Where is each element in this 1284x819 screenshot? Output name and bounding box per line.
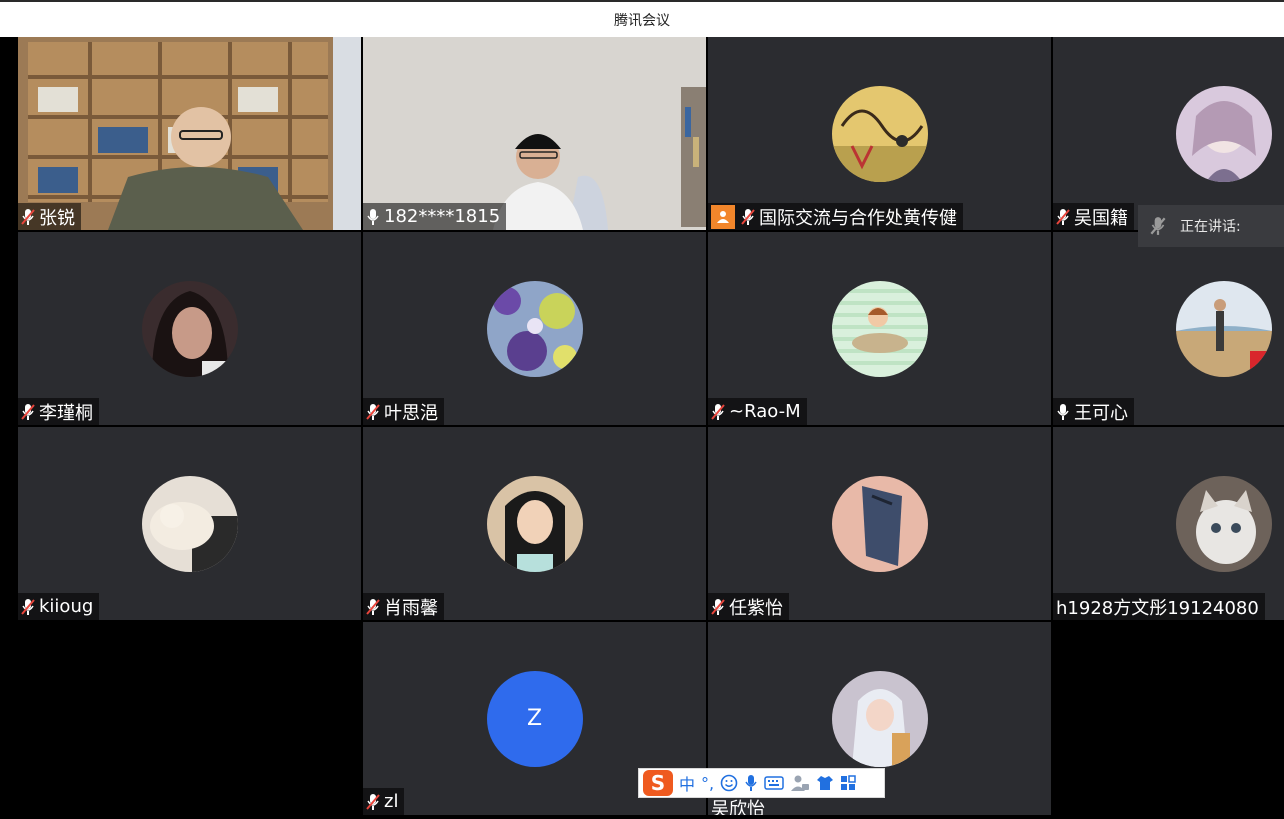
participant-avatar — [1176, 475, 1272, 572]
participant-tile[interactable]: 182****1815 — [363, 37, 706, 230]
mic-muted-icon — [21, 403, 35, 420]
mic-muted-icon — [21, 208, 35, 225]
participant-avatar — [831, 280, 928, 377]
participant-tile[interactable]: 国际交流与合作处黄传健 — [708, 37, 1051, 230]
mic-muted-icon — [366, 793, 380, 810]
participant-name: 任紫怡 — [729, 597, 783, 619]
nameplate: 吴国籍 — [1053, 203, 1134, 230]
camera-feed — [363, 37, 706, 230]
nameplate: 王可心 — [1053, 398, 1134, 425]
nameplate: 国际交流与合作处黄传健 — [708, 203, 963, 230]
participant-name: 王可心 — [1074, 402, 1128, 424]
participant-name: 吴国籍 — [1074, 207, 1128, 229]
skin-icon[interactable] — [816, 775, 834, 791]
participant-name: 肖雨馨 — [384, 597, 438, 619]
keyboard-icon[interactable] — [764, 776, 784, 790]
mic-muted-icon — [366, 598, 380, 615]
participant-tile[interactable]: 吴国籍 — [1053, 37, 1284, 230]
punctuation-toggle[interactable]: °, — [701, 774, 714, 793]
participant-avatar — [486, 475, 583, 572]
participant-name: zl — [384, 791, 399, 812]
nameplate: 叶思浥 — [363, 398, 444, 425]
participant-tile[interactable]: 李瑾桐 — [18, 232, 361, 425]
participant-name: 182****1815 — [384, 206, 501, 227]
nameplate: 李瑾桐 — [18, 398, 99, 425]
video-grid: 张锐 182****1815 国际交流与合作处黄传健 吴国籍 李瑾桐 叶思浥 ~… — [18, 37, 1284, 815]
participant-tile[interactable]: 王可心 — [1053, 232, 1284, 425]
empty-tile — [18, 622, 361, 815]
participant-avatar — [1176, 280, 1272, 377]
participant-name: 李瑾桐 — [39, 402, 93, 424]
mic-muted-icon — [1150, 217, 1166, 235]
participant-avatar — [141, 475, 238, 572]
host-icon — [711, 204, 735, 229]
nameplate: 张锐 — [18, 203, 81, 230]
participant-name: 张锐 — [39, 207, 75, 229]
nameplate: kiioug — [18, 593, 100, 620]
ime-toolbar[interactable]: S 中 °, — [638, 768, 885, 798]
nameplate: 任紫怡 — [708, 593, 789, 620]
mic-muted-icon — [1056, 208, 1070, 225]
participant-tile[interactable]: kiioug — [18, 427, 361, 620]
participant-avatar — [141, 280, 238, 377]
participant-avatar — [831, 85, 928, 182]
mic-on-icon — [367, 208, 379, 225]
participant-tile[interactable]: 张锐 — [18, 37, 361, 230]
participant-avatar: Z — [486, 670, 583, 767]
nameplate: 肖雨馨 — [363, 593, 444, 620]
camera-feed — [18, 37, 361, 230]
participant-tile[interactable]: ~Rao-M — [708, 232, 1051, 425]
participant-avatar — [1176, 85, 1272, 182]
participant-tile[interactable]: h1928方文彤19124080 — [1053, 427, 1284, 620]
participant-tile[interactable]: 肖雨馨 — [363, 427, 706, 620]
ime-mode-toggle[interactable]: 中 — [679, 771, 695, 795]
empty-tile — [1053, 622, 1284, 815]
speaking-label: 正在讲话: — [1180, 219, 1241, 235]
title-bar: 腾讯会议 — [0, 0, 1284, 37]
user-icon[interactable] — [790, 774, 810, 792]
participant-name: h1928方文彤19124080 — [1056, 597, 1259, 619]
participant-tile[interactable]: 任紫怡 — [708, 427, 1051, 620]
mic-muted-icon — [21, 598, 35, 615]
mic-on-icon — [1057, 403, 1069, 420]
participant-name: kiioug — [39, 596, 94, 617]
participant-avatar — [486, 280, 583, 377]
nameplate: ~Rao-M — [708, 398, 807, 425]
nameplate: h1928方文彤19124080 — [1053, 593, 1265, 620]
nameplate: 182****1815 — [363, 203, 507, 230]
mic-muted-icon — [741, 208, 755, 225]
mic-muted-icon — [711, 403, 725, 420]
participant-name: ~Rao-M — [729, 401, 801, 422]
nameplate: zl — [363, 788, 405, 815]
emoji-icon[interactable] — [720, 774, 738, 792]
voice-input-icon[interactable] — [744, 774, 758, 792]
mic-muted-icon — [366, 403, 380, 420]
participant-name: 叶思浥 — [384, 402, 438, 424]
participant-name: 吴欣怡 — [711, 799, 765, 815]
toolbox-icon[interactable] — [840, 775, 856, 791]
participant-avatar — [831, 475, 928, 572]
participant-avatar — [831, 670, 928, 767]
participant-tile[interactable]: 叶思浥 — [363, 232, 706, 425]
speaking-indicator[interactable]: 正在讲话: — [1138, 205, 1284, 247]
mic-muted-icon — [711, 598, 725, 615]
participant-name: 国际交流与合作处黄传健 — [759, 207, 957, 229]
window-title: 腾讯会议 — [614, 12, 670, 29]
sogou-logo-icon[interactable]: S — [643, 770, 673, 796]
